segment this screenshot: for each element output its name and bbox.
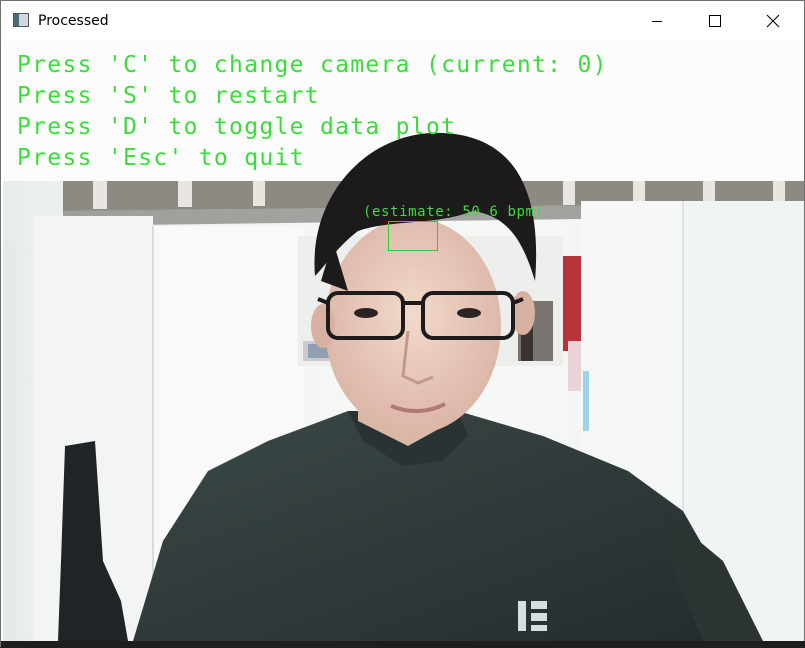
overlay-quit-text: Press 'Esc' to quit	[17, 145, 305, 171]
minimize-icon	[652, 21, 662, 22]
close-button[interactable]	[744, 1, 802, 41]
overlay-change-camera-text: Press 'C' to change camera (current: 0)	[17, 52, 608, 78]
camera-feed: Press 'C' to change camera (current: 0) …	[3, 41, 804, 641]
overlay-restart-text: Press 'S' to restart	[17, 83, 320, 109]
maximize-icon	[709, 15, 721, 27]
maximize-button[interactable]	[686, 1, 744, 41]
window-title: Processed	[38, 13, 109, 29]
bpm-estimate-label: (estimate: 50.6 bpm)	[363, 204, 544, 220]
forehead-roi-box	[388, 221, 438, 251]
overlay-toggle-plot-text: Press 'D' to toggle data plot	[17, 114, 457, 140]
close-icon	[766, 14, 780, 28]
minimize-button[interactable]	[628, 1, 686, 41]
title-bar[interactable]: Processed	[1, 1, 804, 41]
app-icon	[13, 13, 29, 27]
processed-window: Processed Press 'C' to change camera (cu…	[0, 0, 805, 648]
